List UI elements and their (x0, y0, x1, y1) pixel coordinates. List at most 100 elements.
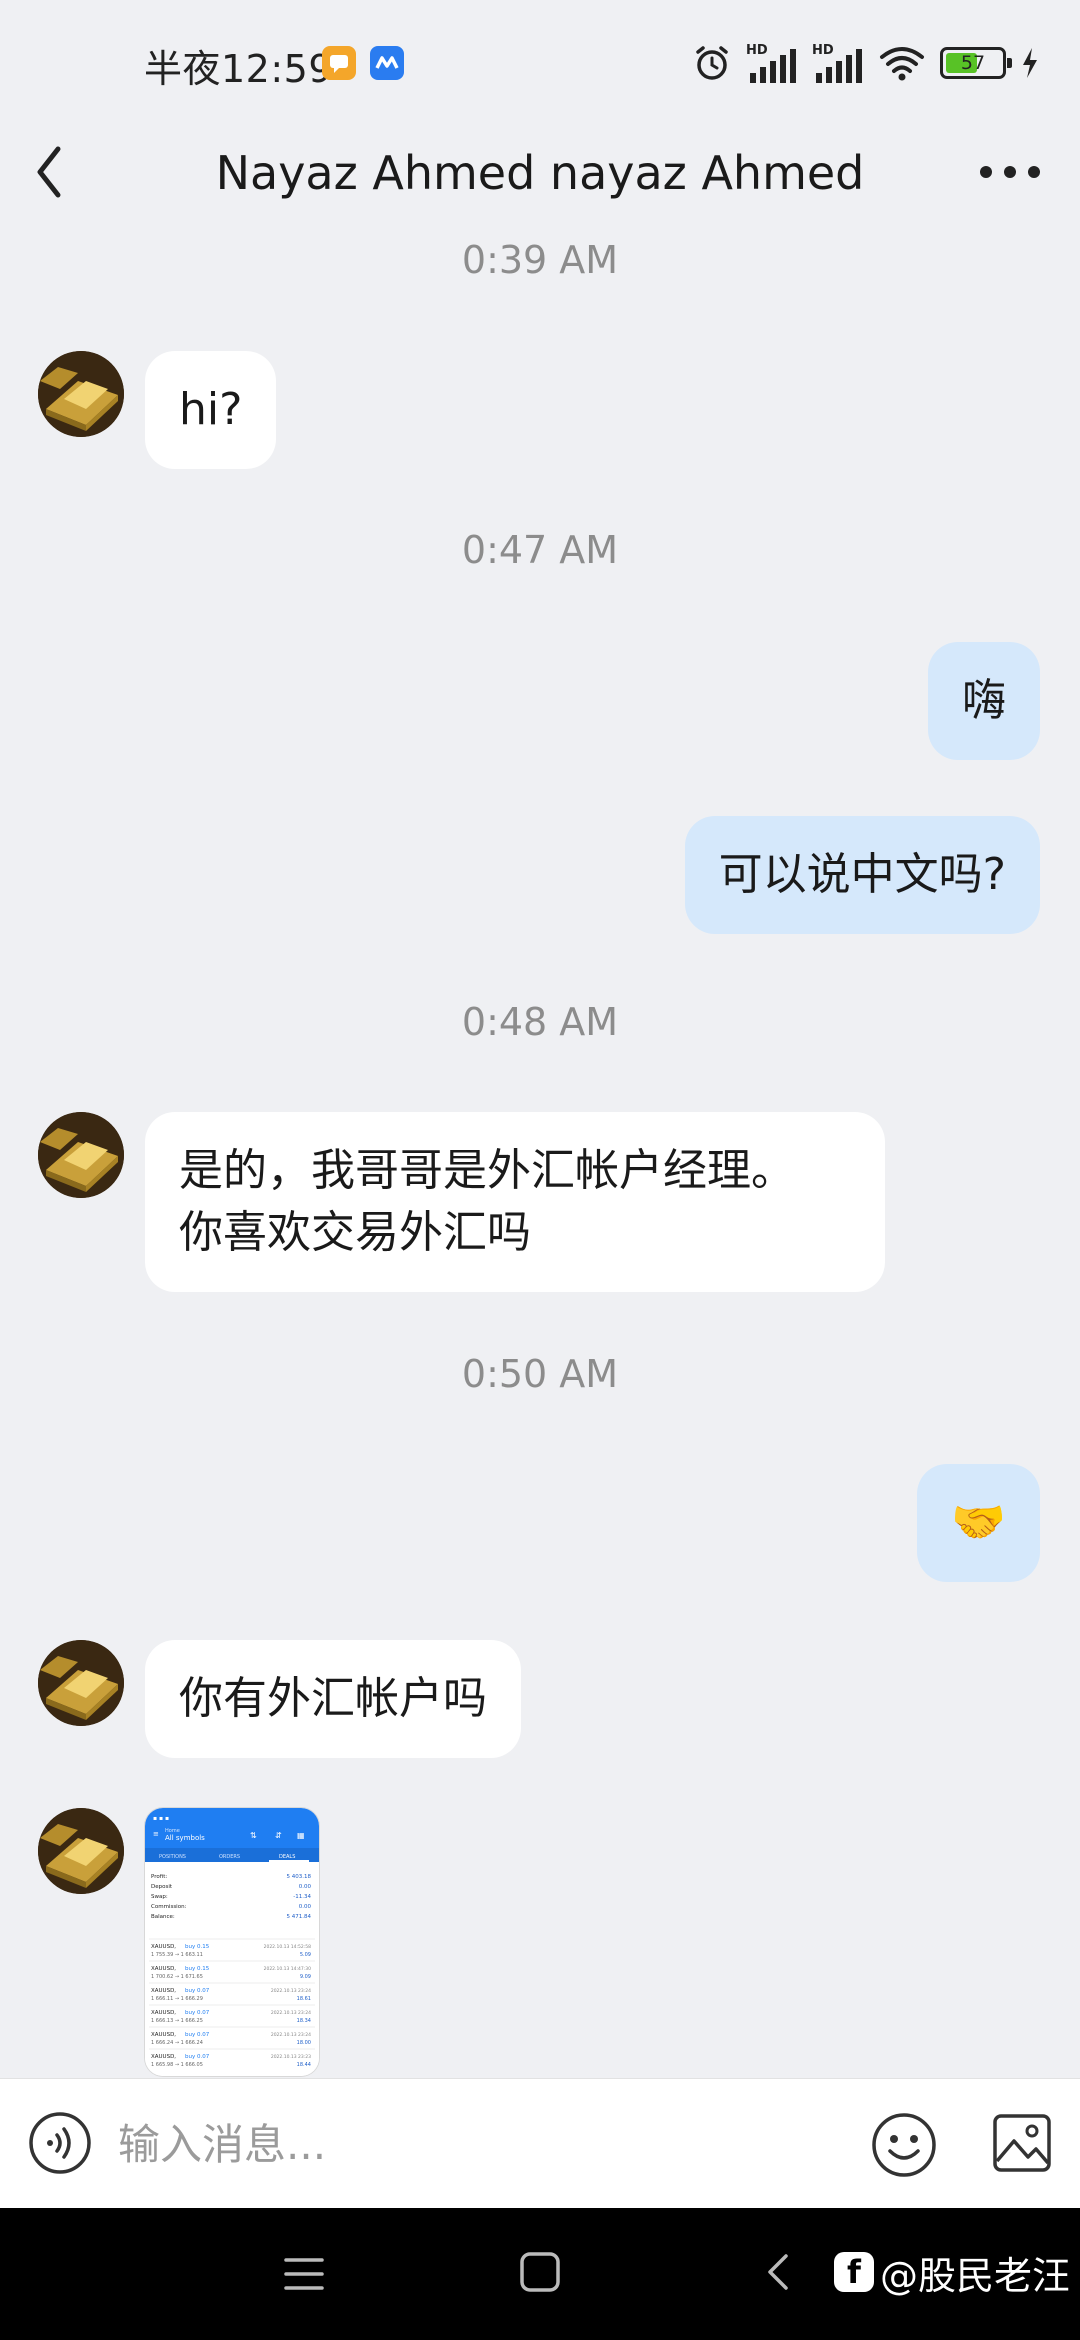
message-timestamp: 0:47 AM (461, 528, 619, 572)
status-time: 半夜12:59 (144, 47, 334, 91)
battery-level: 57 (960, 52, 986, 74)
shot-deal-symbol: XAUUSD, (151, 2032, 176, 2038)
svg-text:⇅: ⇅ (250, 1831, 257, 1840)
shot-deal-pl: 5.09 (300, 1952, 311, 1958)
message-timestamp: 0:39 AM (461, 238, 619, 282)
shot-summary-label: Profit: (151, 1874, 167, 1880)
message-input[interactable] (118, 2109, 838, 2179)
chevron-left-icon (37, 146, 61, 198)
shot-deal-pl: 9.09 (300, 1974, 311, 1980)
emoji-icon (872, 2113, 936, 2177)
avatar[interactable] (38, 1808, 124, 1894)
shot-deal-date: 2022.10.13 14:52:58 (264, 1944, 312, 1950)
incoming-message[interactable]: 是的，我哥哥是外汇帐户经理。 你喜欢交易外汇吗 (145, 1112, 885, 1292)
svg-text:≡: ≡ (153, 1830, 159, 1838)
shot-deal-action: buy 0.15 (185, 1966, 210, 1972)
message-timestamp: 0:50 AM (461, 1352, 619, 1396)
avatar[interactable] (38, 351, 124, 437)
status-icons: HD HD 57 (692, 38, 1040, 88)
signal-icon-2: HD (812, 43, 862, 83)
shot-tab: ORDERS (219, 1854, 240, 1860)
outgoing-message[interactable]: 嗨 (928, 642, 1040, 760)
home-square-icon (520, 2252, 560, 2292)
shot-deal-symbol: XAUUSD, (151, 2010, 176, 2016)
shot-summary-label: Balance: (151, 1914, 175, 1920)
shot-deal-prices: 1 700.62 → 1 671.65 (151, 1974, 203, 1980)
system-nav-bar: f @股民老汪 (0, 2208, 1080, 2340)
shot-header-title: All symbols (165, 1834, 205, 1842)
incoming-message[interactable]: hi? (145, 351, 277, 469)
shot-deal-date: 2022.10.13 23:24 (271, 1988, 311, 1994)
avatar[interactable] (38, 1112, 124, 1198)
app-notification-icon (370, 46, 404, 80)
signal-label-1: HD (746, 43, 768, 58)
shot-deal-date: 2022.10.13 23:24 (271, 2010, 311, 2016)
shot-deal-pl: 18.44 (297, 2062, 311, 2068)
shot-deal-pl: 18.34 (297, 2018, 311, 2024)
emoji-button[interactable] (870, 2111, 938, 2179)
voice-input-button[interactable] (28, 2111, 92, 2175)
image-icon (993, 2114, 1051, 2172)
battery-indicator: 57 (940, 47, 1012, 79)
message-input-bar (0, 2078, 1080, 2208)
svg-text:▦: ▦ (297, 1831, 305, 1840)
message-line: 是的，我哥哥是外汇帐户经理。 (179, 1145, 795, 1196)
home-button[interactable] (518, 2250, 562, 2294)
shot-tab: POSITIONS (159, 1854, 186, 1860)
shot-deal-prices: 1 666.13 → 1 666.25 (151, 2018, 203, 2024)
shot-summary-label: Swap: (151, 1894, 168, 1900)
recent-apps-button[interactable] (282, 2252, 326, 2296)
shot-deal-date: 2022.10.13 23:24 (271, 2032, 311, 2038)
outgoing-message[interactable]: 可以说中文吗? (684, 816, 1040, 934)
shot-summary-label: Deposit (151, 1884, 173, 1890)
message-timestamp: 0:48 AM (461, 1000, 619, 1044)
back-button[interactable] (30, 132, 110, 212)
shot-deal-action: buy 0.15 (185, 1944, 210, 1950)
shot-summary-value: 0.00 (299, 1904, 312, 1910)
shot-deal-pl: 18.00 (297, 2040, 311, 2046)
nav-back-button[interactable] (758, 2250, 802, 2294)
shot-tab: DEALS (279, 1854, 295, 1860)
incoming-message[interactable]: 你有外汇帐户吗 (145, 1640, 521, 1758)
status-bar: 半夜12:59 HD HD 57 (0, 0, 1080, 128)
shot-deal-action: buy 0.07 (185, 2054, 210, 2060)
more-dot-icon (1004, 166, 1016, 178)
platform-logo-icon: f (833, 2252, 874, 2292)
shot-deal-action: buy 0.07 (185, 2032, 210, 2038)
shot-deal-symbol: XAUUSD, (151, 2054, 176, 2060)
shot-summary-value: -11.34 (293, 1894, 311, 1900)
image-message[interactable]: ▪ ▪ ▪ ≡ Home All symbols ⇅ ⇵ ▦ POSITIONS… (145, 1808, 319, 2076)
more-dot-icon (1028, 166, 1040, 178)
voice-icon (29, 2112, 91, 2174)
shot-deal-date: 2022.10.13 23:23 (271, 2054, 311, 2060)
menu-icon (284, 2258, 324, 2290)
image-picker-button[interactable] (990, 2111, 1054, 2175)
shot-summary-value: 0.00 (299, 1884, 312, 1890)
shot-deal-pl: 18.61 (297, 1996, 311, 2002)
shot-deal-symbol: XAUUSD, (151, 1988, 176, 1994)
shot-deal-prices: 1 665.98 → 1 666.05 (151, 2062, 203, 2068)
more-options-button[interactable] (960, 132, 1060, 212)
more-dot-icon (980, 166, 992, 178)
shot-deal-symbol: XAUUSD, (151, 1966, 176, 1972)
shot-deal-prices: 1 666.11 → 1 666.29 (151, 1996, 203, 2002)
watermark: f @股民老汪 (833, 2242, 1070, 2302)
shot-summary-value: 5 471.84 (287, 1914, 312, 1920)
message-notification-icon (322, 46, 356, 80)
avatar[interactable] (38, 1640, 124, 1726)
svg-text:⇵: ⇵ (275, 1831, 282, 1840)
shot-deal-prices: 1 666.24 → 1 666.24 (151, 2040, 203, 2046)
watermark-text: @股民老汪 (879, 2253, 1070, 2298)
shot-summary-label: Commission: (151, 1904, 187, 1910)
shot-deal-symbol: XAUUSD, (151, 1944, 176, 1950)
shot-summary-value: 5 403.18 (287, 1874, 312, 1880)
chevron-left-icon (768, 2254, 788, 2290)
shot-deal-action: buy 0.07 (185, 1988, 210, 1994)
svg-text:▪ ▪ ▪: ▪ ▪ ▪ (153, 1815, 169, 1822)
alarm-icon (696, 46, 728, 80)
shot-deal-date: 2022.10.13 14:47:30 (264, 1966, 312, 1972)
message-line: 你喜欢交易外汇吗 (179, 1207, 531, 1258)
outgoing-message[interactable]: 🤝 (917, 1464, 1040, 1582)
contact-name: Nayaz Ahmed nayaz Ahmed (215, 146, 865, 200)
signal-icon: HD (746, 43, 796, 83)
